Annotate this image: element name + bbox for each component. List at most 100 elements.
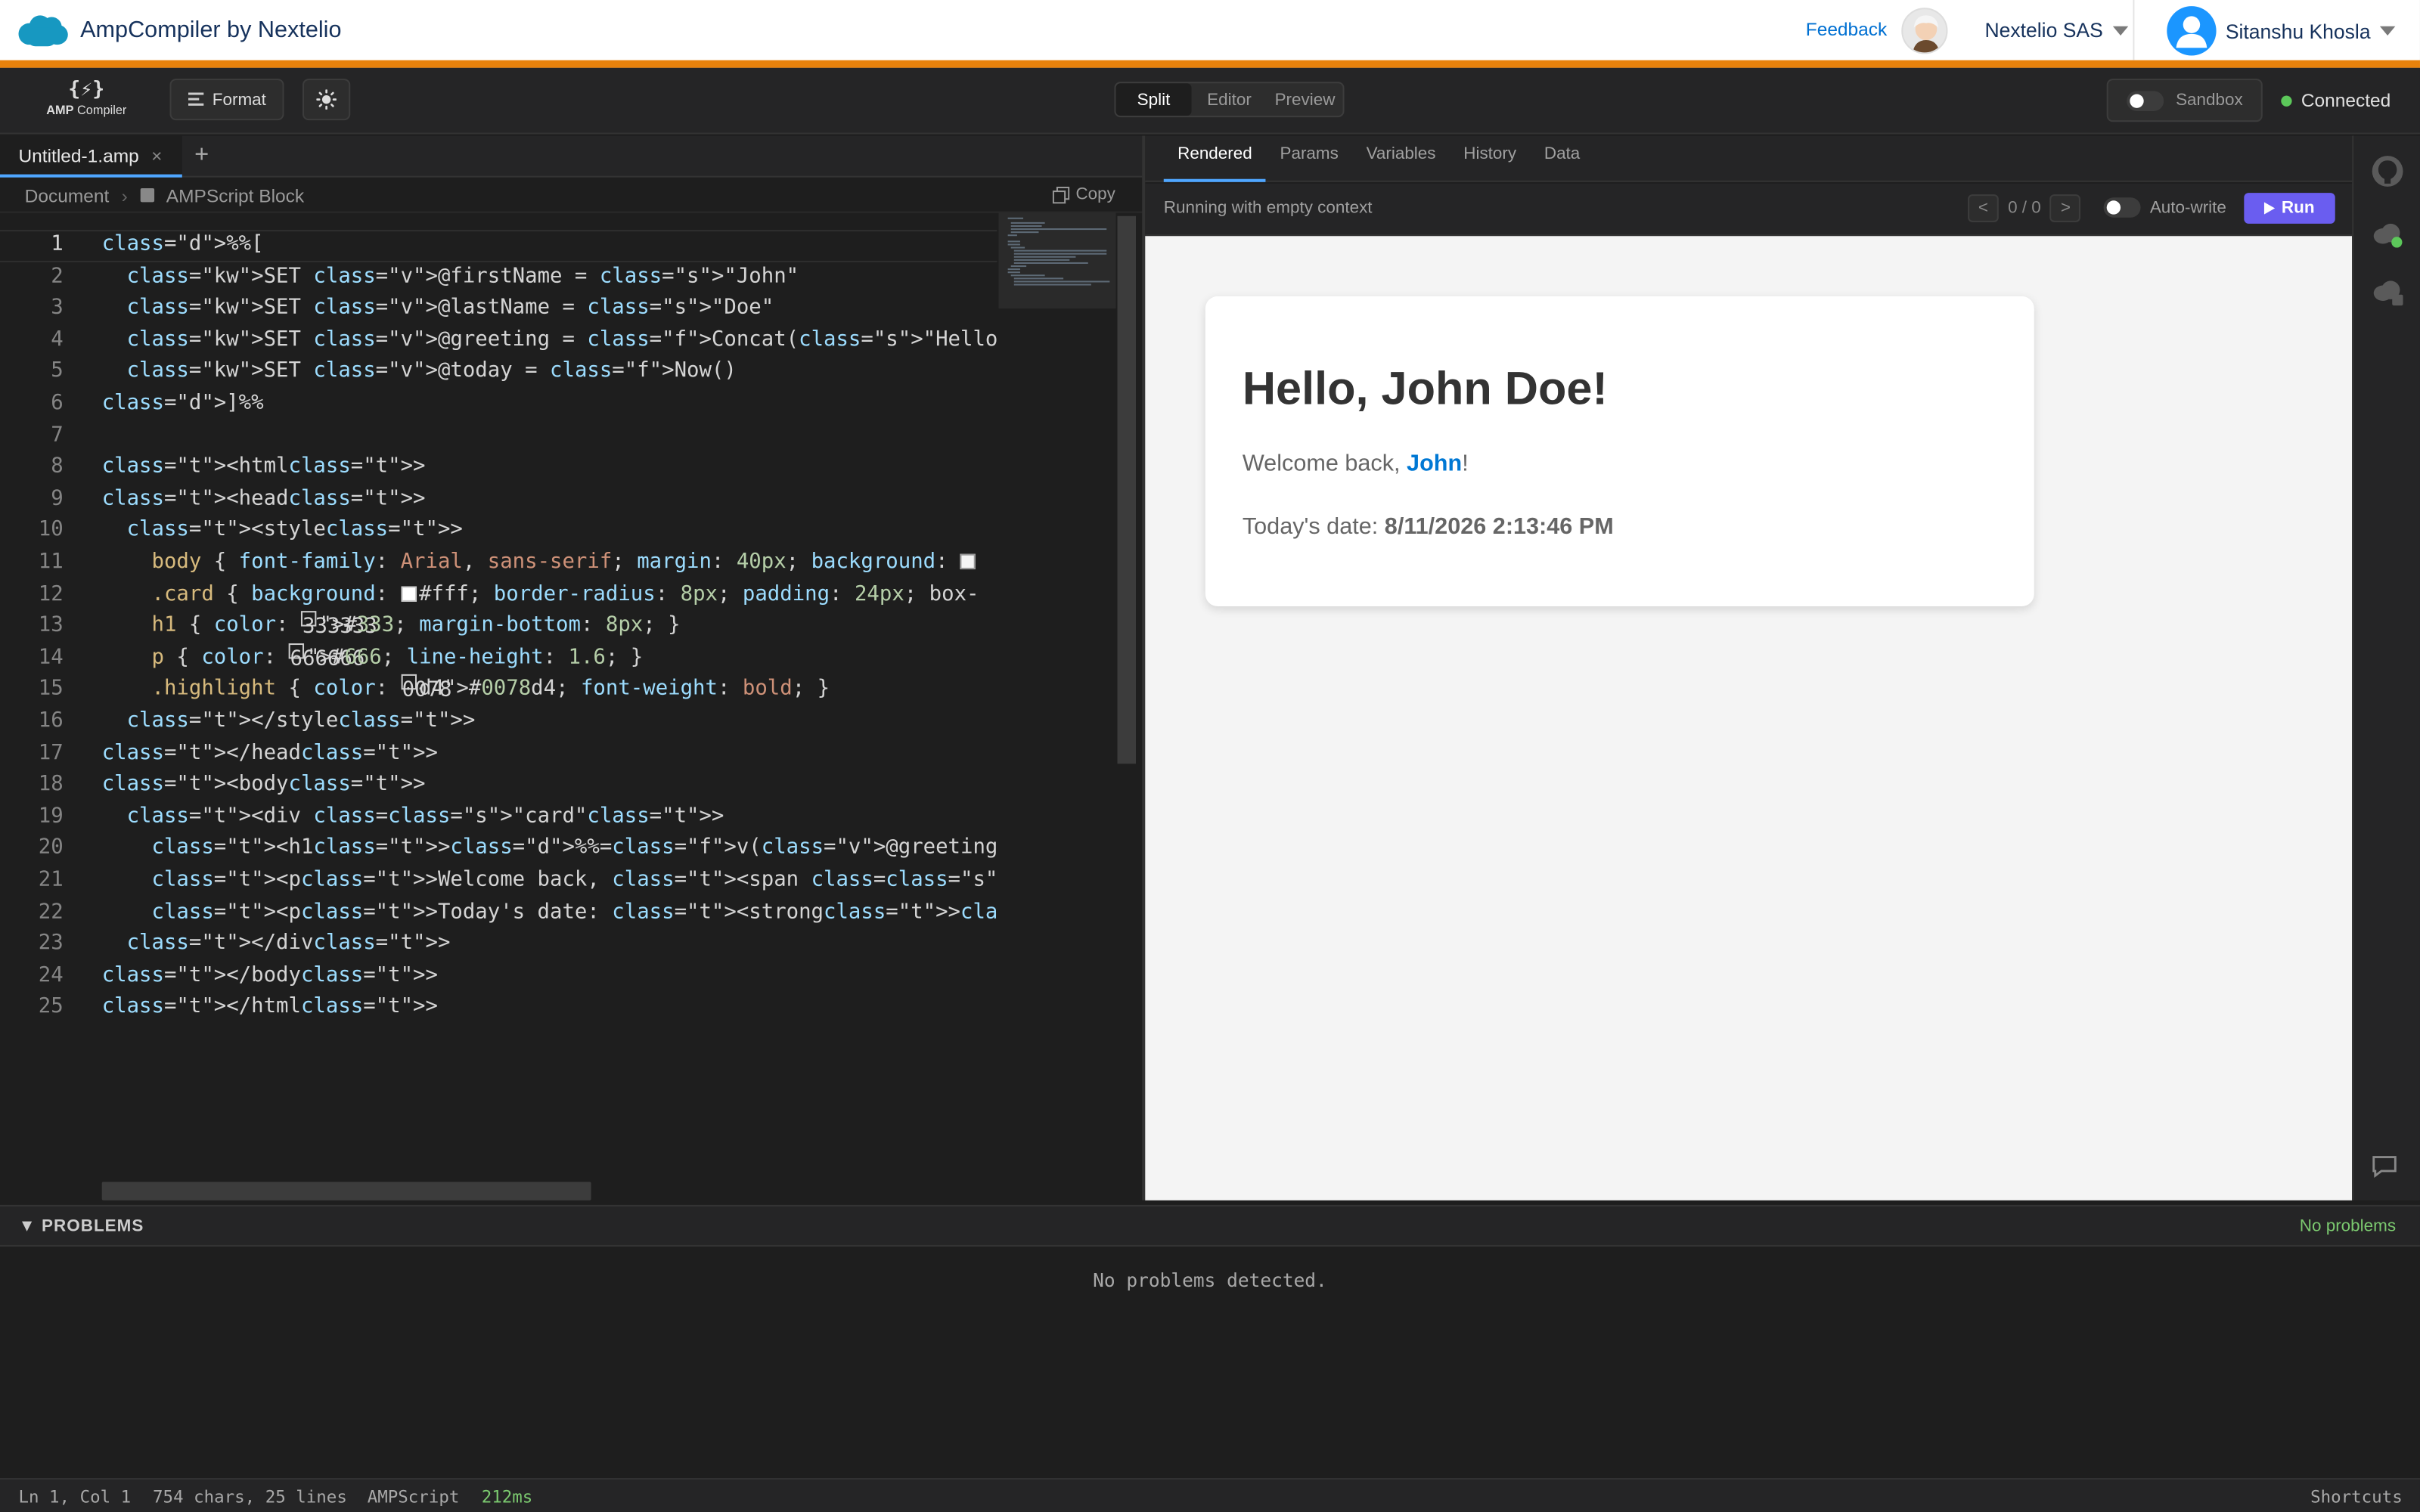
tab-data[interactable]: Data [1530, 136, 1593, 182]
code-line[interactable]: class="t"><headclass="t">> [102, 484, 426, 516]
puzzle-icon[interactable] [2371, 277, 2405, 308]
code-line[interactable]: .card { background: #fff; border-radius:… [102, 580, 979, 612]
sun-icon [316, 89, 337, 110]
shortcuts-link[interactable]: Shortcuts [2310, 1487, 2403, 1507]
file-tab-label: Untitled-1.amp [18, 144, 139, 166]
code-line[interactable]: class="t"></bodyclass="t">> [102, 961, 438, 993]
org-switcher[interactable]: Nextelio SAS [1984, 18, 2128, 42]
connection-label: Connected [2301, 89, 2391, 111]
code-line[interactable]: class="t"><pclass="t">>Welcome back, cla… [102, 866, 997, 897]
connection-status: Connected [2281, 89, 2391, 111]
code-line[interactable]: p { color: 666666">#666; line-height: 1.… [102, 643, 643, 675]
copy-button[interactable]: Copy [1052, 184, 1115, 204]
tab-editor[interactable]: Editor [1191, 83, 1267, 116]
sandbox-switch[interactable] [2126, 90, 2164, 110]
prev-button[interactable]: < [1968, 194, 1999, 222]
user-name: Sitanshu Khosla [2225, 19, 2371, 43]
line-number: 24 [38, 964, 64, 987]
feedback-link[interactable]: Feedback [1806, 18, 1888, 40]
user-menu[interactable]: Sitanshu Khosla [2167, 6, 2396, 56]
code-line[interactable]: class="kw">SET class="v">@lastName = cla… [102, 293, 774, 325]
org-name: Nextelio SAS [1984, 18, 2103, 42]
auto-write-toggle[interactable]: Auto-write [2103, 197, 2226, 218]
code-line[interactable]: class="d">]%% [102, 389, 264, 420]
code-line[interactable]: class="kw">SET class="v">@greeting = cla… [102, 325, 997, 357]
breadcrumb: Document › AMPScript Block [0, 178, 1143, 213]
caret-down-icon [2112, 25, 2128, 35]
tab-split[interactable]: Split [1115, 83, 1192, 116]
preview-heading: Hello, John Doe! [1242, 364, 1608, 415]
format-icon [188, 92, 203, 106]
astro-avatar[interactable] [1901, 8, 1948, 54]
output-tabs: Rendered Params Variables History Data [1145, 135, 2353, 182]
next-button[interactable]: > [2050, 194, 2081, 222]
status-bar: Ln 1, Col 1 754 chars, 25 lines AMPScrip… [0, 1478, 2420, 1512]
code-line[interactable]: .highlight { color: 0078d4">#0078d4; fon… [102, 674, 830, 707]
line-number: 3 [51, 296, 64, 320]
tab-history[interactable]: History [1450, 136, 1531, 182]
copy-label: Copy [1075, 184, 1115, 204]
line-number: 16 [38, 709, 64, 733]
code-line[interactable]: class="t"><styleclass="t">> [102, 516, 463, 547]
code-line[interactable]: class="t"><htmlclass="t">> [102, 452, 426, 484]
chat-icon[interactable] [2371, 1154, 2405, 1185]
play-icon [2264, 202, 2276, 215]
vertical-scroll-thumb[interactable] [1117, 215, 1137, 764]
run-context-status: Running with empty context [1163, 199, 1373, 218]
code-line[interactable]: class="kw">SET class="v">@firstName = cl… [102, 262, 799, 293]
auto-write-label: Auto-write [2149, 198, 2226, 217]
user-avatar-icon [2167, 6, 2217, 56]
logo-amp: AMP [46, 103, 74, 118]
code-line[interactable]: class="t"><pclass="t">>Today's date: cla… [102, 897, 997, 929]
line-number: 7 [51, 423, 64, 448]
run-button[interactable]: Run [2244, 193, 2335, 224]
minimap[interactable] [998, 212, 1116, 309]
file-tab[interactable]: Untitled-1.amp × [0, 135, 182, 178]
brand[interactable]: AmpCompiler by Nextelio [18, 12, 341, 47]
code-line[interactable]: class="t"></htmlclass="t">> [102, 993, 438, 1024]
code-line[interactable]: class="kw">SET class="v">@today = class=… [102, 357, 737, 389]
line-number: 14 [38, 646, 64, 670]
tab-variables[interactable]: Variables [1352, 136, 1450, 182]
horizontal-scroll-thumb[interactable] [101, 1182, 591, 1201]
code-line[interactable]: class="t"><div class=class="s">"card"cla… [102, 802, 724, 834]
add-tab-icon[interactable]: + [194, 142, 209, 170]
problems-message: No problems detected. [1093, 1269, 1327, 1292]
line-number: 17 [38, 741, 64, 765]
line-number: 5 [51, 360, 64, 383]
run-label: Run [2281, 199, 2315, 218]
github-icon[interactable] [2371, 154, 2405, 187]
code-editor[interactable]: 1 class="d">%%[2 class="kw">SET class="v"… [0, 230, 997, 1032]
tab-rendered[interactable]: Rendered [1163, 136, 1267, 182]
welcome-suffix: ! [1462, 450, 1469, 477]
line-number: 25 [38, 996, 64, 1019]
code-line[interactable]: class="t"></headclass="t">> [102, 739, 438, 770]
preview-card: Hello, John Doe! Welcome back, John! Tod… [1205, 296, 2034, 607]
amp-compiler-logo: {⚡} AMP Compiler [43, 79, 129, 126]
sandbox-toggle[interactable]: Sandbox [2106, 79, 2263, 122]
format-button[interactable]: Format [169, 79, 284, 121]
breadcrumb-block[interactable]: AMPScript Block [166, 184, 304, 206]
code-line[interactable]: class="t"></styleclass="t">> [102, 707, 476, 739]
theme-toggle-button[interactable] [302, 79, 351, 121]
breadcrumb-document[interactable]: Document [25, 184, 110, 206]
tab-params[interactable]: Params [1266, 136, 1352, 182]
cloud-icon[interactable] [2371, 221, 2405, 252]
code-line[interactable]: class="t"></divclass="t">> [102, 929, 451, 961]
problems-title[interactable]: ▼ PROBLEMS [18, 1217, 144, 1235]
tab-preview[interactable]: Preview [1267, 83, 1342, 116]
status-dot-icon [2281, 94, 2292, 106]
code-line[interactable]: class="d">%%[ [102, 230, 264, 262]
auto-write-switch[interactable] [2103, 197, 2141, 218]
code-line[interactable]: class="t"><h1class="t">>class="d">%%=cla… [102, 834, 997, 866]
problems-header[interactable] [0, 1204, 2420, 1247]
code-line[interactable]: class="t"><bodyclass="t">> [102, 770, 426, 802]
language-mode[interactable]: AMPScript [368, 1487, 460, 1507]
line-number: 11 [38, 550, 64, 575]
preview-welcome: Welcome back, John! [1243, 451, 1469, 477]
cursor-position[interactable]: Ln 1, Col 1 [18, 1487, 131, 1507]
close-icon[interactable]: × [151, 144, 162, 166]
code-line[interactable]: body { font-family: Arial, sans-serif; m… [102, 547, 979, 579]
code-line[interactable]: h1 { color: 333333">#333; margin-bottom:… [102, 611, 681, 643]
line-number: 8 [51, 455, 64, 479]
